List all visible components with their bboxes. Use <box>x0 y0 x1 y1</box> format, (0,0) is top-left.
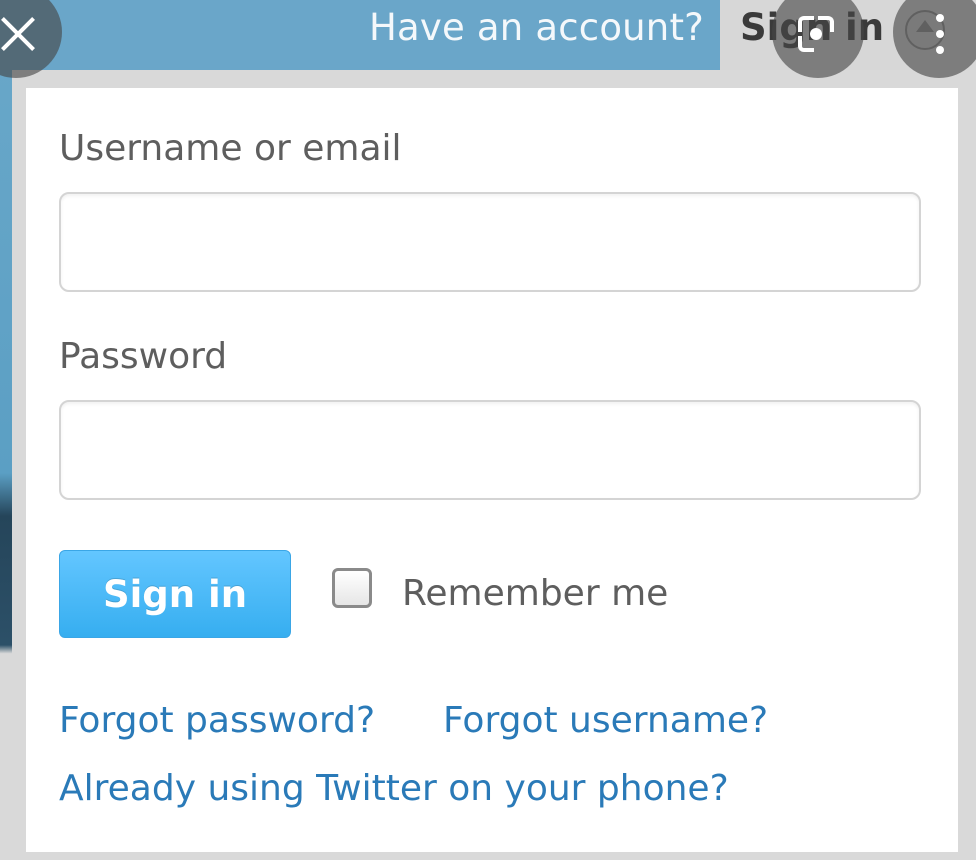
signin-button[interactable]: Sign in <box>59 550 291 638</box>
twitter-phone-link[interactable]: Already using Twitter on your phone? <box>59 768 729 809</box>
password-label: Password <box>59 336 228 377</box>
forgot-username-link[interactable]: Forgot username? <box>443 700 768 741</box>
lens-icon <box>798 16 834 52</box>
more-vert-icon <box>936 14 944 54</box>
remember-me-checkbox[interactable] <box>332 568 372 608</box>
account-header-bar: Have an account? <box>0 0 720 70</box>
background-page-strip <box>0 0 12 860</box>
password-input[interactable] <box>59 400 921 500</box>
signin-dropdown-panel: Username or email Password Sign in Remem… <box>26 88 958 852</box>
username-label: Username or email <box>59 128 402 169</box>
have-account-text: Have an account? <box>368 6 704 49</box>
forgot-password-link[interactable]: Forgot password? <box>59 700 375 741</box>
close-icon <box>0 12 40 56</box>
remember-me-label[interactable]: Remember me <box>402 573 668 614</box>
username-input[interactable] <box>59 192 921 292</box>
